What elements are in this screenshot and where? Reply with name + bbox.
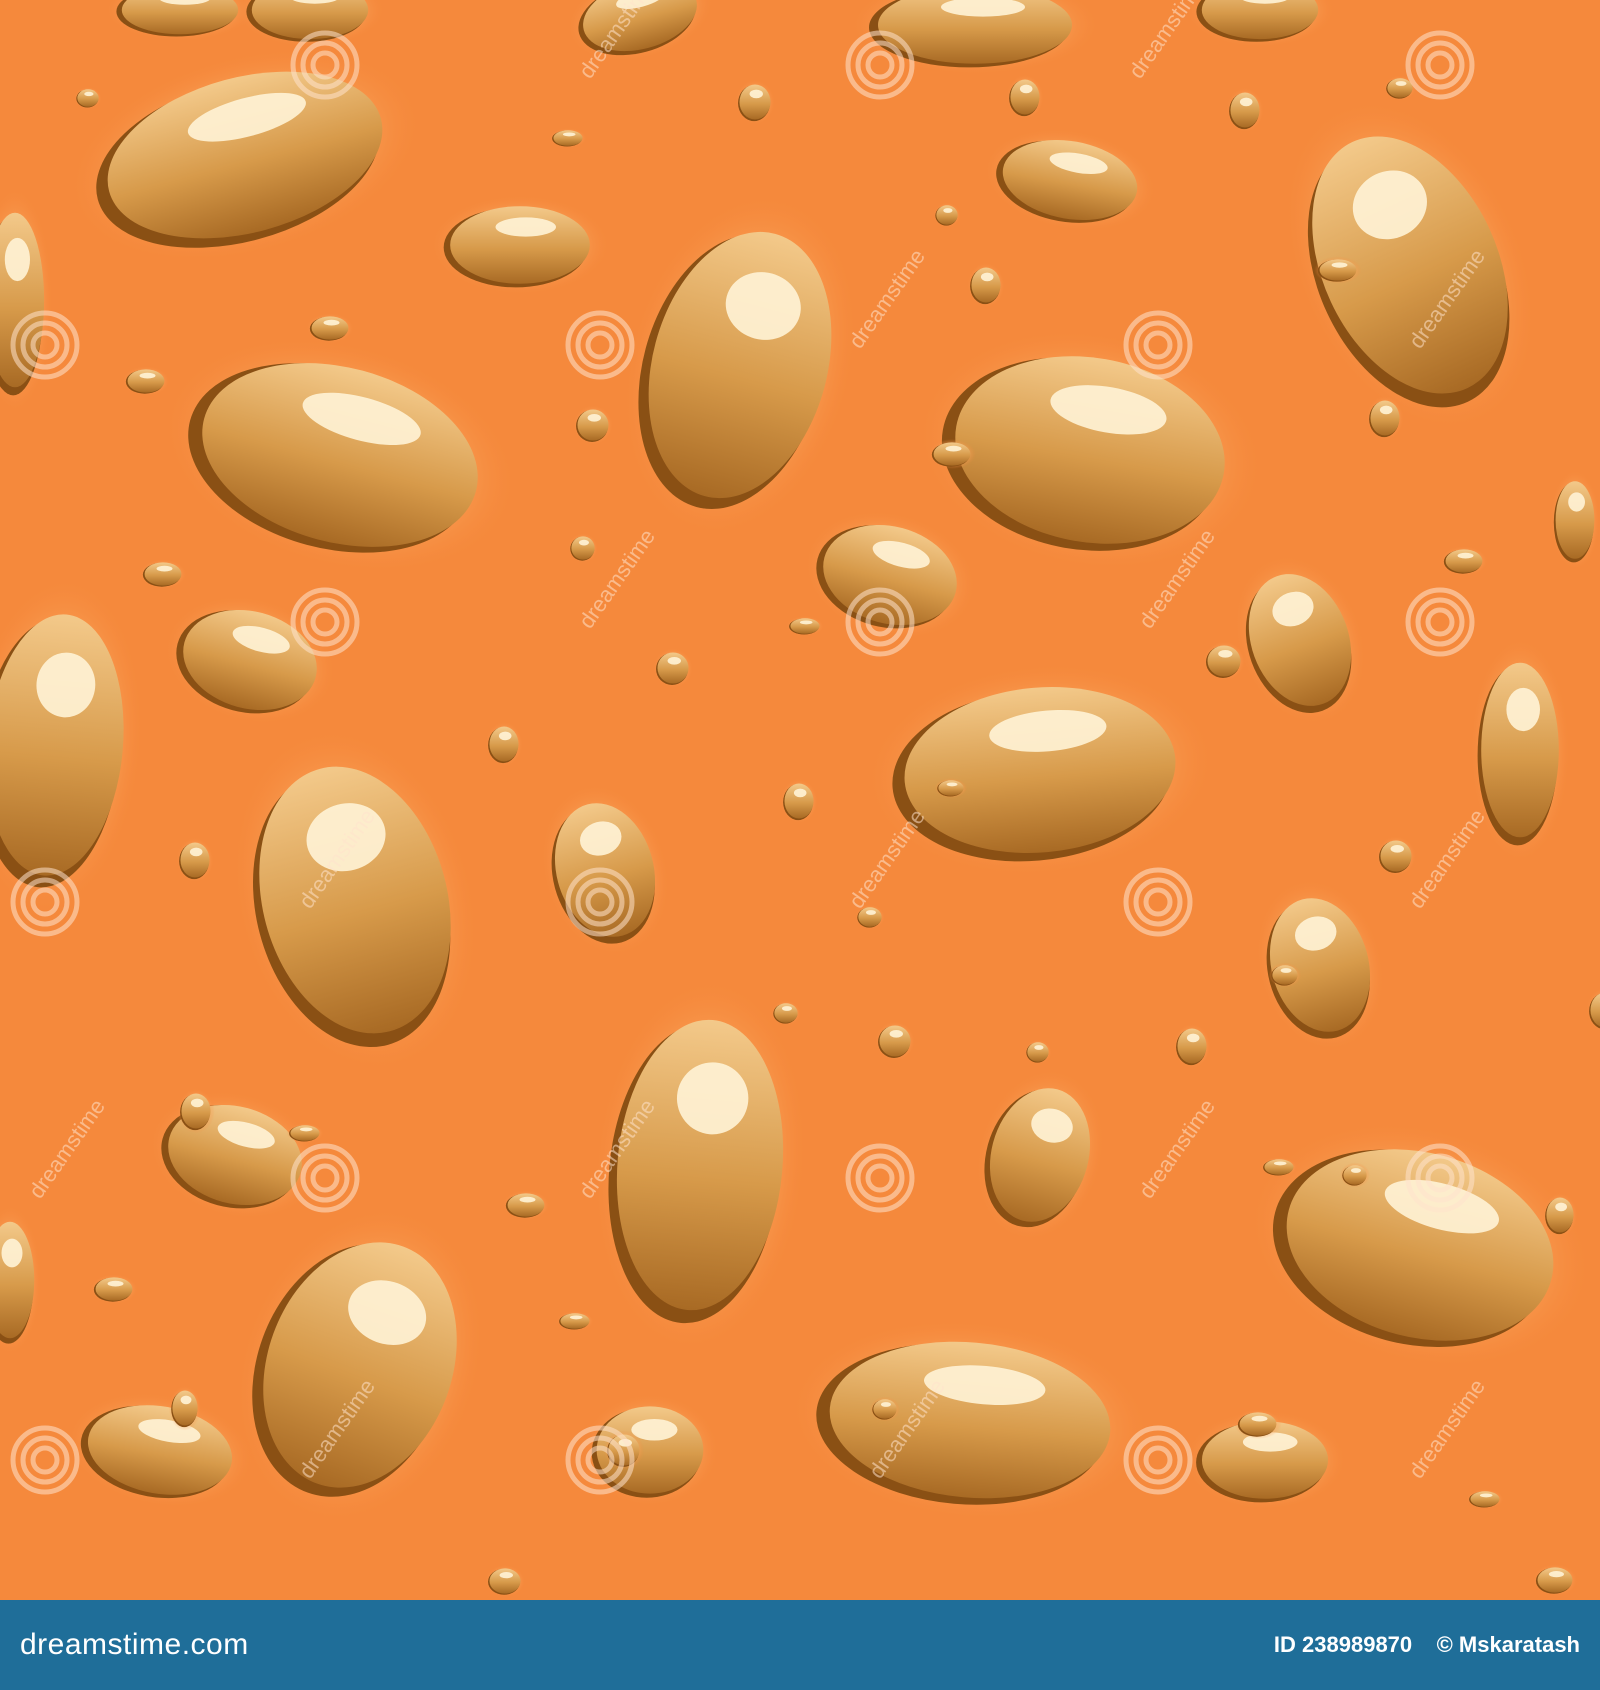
water-drop xyxy=(1226,87,1264,133)
water-drop xyxy=(573,405,613,445)
water-drop xyxy=(1550,470,1600,570)
image-id: ID 238989870 xyxy=(1273,1632,1413,1657)
water-drop xyxy=(1440,546,1488,576)
water-drop xyxy=(568,533,598,563)
water-drop xyxy=(556,1311,594,1331)
water-drop xyxy=(122,366,170,396)
water-drop xyxy=(653,648,693,688)
water-drop xyxy=(502,1190,550,1220)
water-drop xyxy=(1202,641,1246,681)
water-drop xyxy=(933,202,961,228)
water-drop xyxy=(1268,962,1302,988)
water-drop xyxy=(485,721,523,767)
water-drop xyxy=(934,778,968,798)
water-drop xyxy=(870,1396,900,1422)
water-drop xyxy=(1024,1039,1052,1065)
brand-name: dreamstime.com xyxy=(20,1628,249,1661)
water-drop xyxy=(286,1123,324,1143)
water-drop xyxy=(1234,1409,1282,1439)
water-drop xyxy=(1366,395,1404,441)
water-drop xyxy=(90,1274,138,1304)
author-name: © Mskaratash xyxy=(1436,1632,1580,1657)
water-drop xyxy=(780,778,818,824)
water-drop xyxy=(1470,637,1570,863)
water-drop xyxy=(74,86,102,110)
water-drop xyxy=(875,1021,915,1061)
water-drop xyxy=(549,128,587,148)
water-drop xyxy=(1173,1023,1211,1069)
water-drop xyxy=(430,195,610,295)
water-drop xyxy=(967,262,1005,308)
water-drop xyxy=(1532,1563,1578,1597)
image-credit: ID 238989870 © Mskaratash xyxy=(1274,1632,1580,1658)
water-drop xyxy=(485,1564,525,1598)
water-drop xyxy=(1260,1157,1298,1177)
water-drop xyxy=(306,313,354,343)
stock-footer: dreamstime.com ID 238989870 © Mskaratash xyxy=(0,1600,1600,1690)
water-drop xyxy=(786,616,824,636)
water-drop xyxy=(771,1000,801,1026)
water-drop xyxy=(139,559,187,589)
water-drop xyxy=(168,1385,202,1431)
water-drop xyxy=(1542,1192,1578,1238)
water-drop xyxy=(1376,836,1416,876)
water-drop xyxy=(177,1088,215,1134)
water-drop xyxy=(1340,1162,1370,1188)
water-drop xyxy=(735,79,775,125)
drops-artwork: dreamstime dreamstimedreamstime dreamstime… xyxy=(0,0,1600,1600)
seamless-water-drops-image: dreamstime dreamstime dreamstime dreamstime… xyxy=(0,0,1600,1600)
water-drop xyxy=(1314,256,1362,284)
water-drop xyxy=(928,439,976,469)
water-drop xyxy=(1466,1489,1504,1509)
water-drop xyxy=(176,837,214,883)
water-drop xyxy=(1006,74,1044,120)
